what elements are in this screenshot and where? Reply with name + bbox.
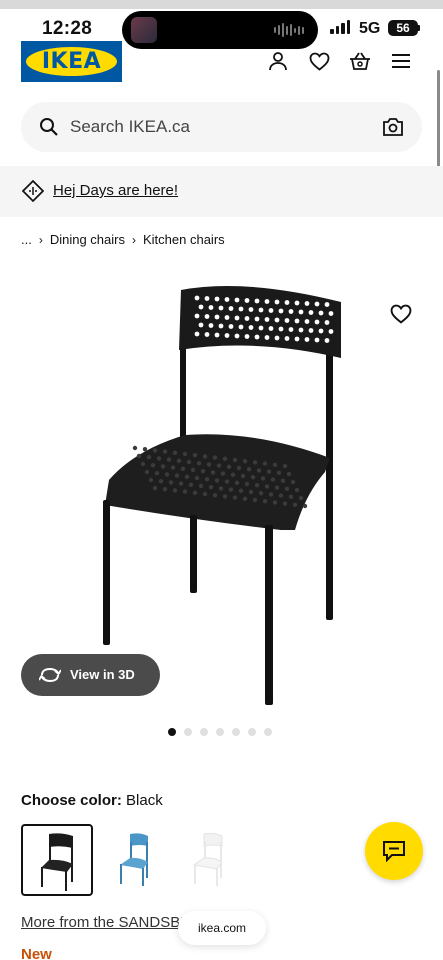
top-strip xyxy=(0,0,443,9)
menu-icon[interactable] xyxy=(390,50,412,72)
breadcrumb-ellipsis[interactable]: ... xyxy=(21,232,32,247)
dynamic-island[interactable] xyxy=(122,11,318,49)
cellular-signal-icon xyxy=(330,20,350,34)
search-bar[interactable]: Search IKEA.ca xyxy=(21,102,422,152)
now-playing-artwork xyxy=(131,17,157,43)
view-in-3d-label: View in 3D xyxy=(70,667,135,682)
chair-thumbnail xyxy=(41,833,73,891)
breadcrumb: ... › Dining chairs › Kitchen chairs xyxy=(21,232,225,247)
pagination-dot[interactable] xyxy=(216,728,224,736)
chat-button[interactable] xyxy=(365,822,423,880)
selected-color: Black xyxy=(126,792,163,809)
pagination-dot[interactable] xyxy=(168,728,176,736)
tag-icon xyxy=(21,179,45,207)
status-time: 12:28 xyxy=(42,18,93,39)
audio-wave-icon xyxy=(274,23,304,37)
breadcrumb-dining-chairs[interactable]: Dining chairs xyxy=(50,232,125,247)
profile-icon[interactable] xyxy=(267,50,289,72)
new-badge: New xyxy=(21,946,52,960)
pagination-dot[interactable] xyxy=(232,728,240,736)
view-in-3d-button[interactable]: View in 3D xyxy=(21,654,160,696)
pagination-dot[interactable] xyxy=(184,728,192,736)
image-pagination[interactable] xyxy=(168,728,272,736)
chair-thumbnail xyxy=(192,832,223,886)
heart-icon[interactable] xyxy=(308,50,330,72)
basket-icon[interactable] xyxy=(349,50,371,72)
chair-thumbnail xyxy=(120,833,148,886)
search-icon xyxy=(39,117,59,142)
choose-color: Choose color: Black xyxy=(21,792,163,809)
chevron-right-icon: › xyxy=(132,232,136,247)
rotate-3d-icon xyxy=(38,666,62,689)
add-to-favourites-icon[interactable] xyxy=(390,304,412,329)
url-bar[interactable]: ikea.com xyxy=(178,911,266,945)
network-type: 5G xyxy=(359,20,381,37)
color-swatch-blue[interactable] xyxy=(110,824,182,896)
chat-icon xyxy=(382,840,406,867)
color-swatch-black[interactable] xyxy=(21,824,93,896)
pagination-dot[interactable] xyxy=(264,728,272,736)
product-image[interactable] xyxy=(95,280,350,710)
ikea-logo[interactable]: IKEA xyxy=(21,41,122,82)
promo-banner[interactable]: Hej Days are here! xyxy=(0,166,443,217)
pagination-dot[interactable] xyxy=(248,728,256,736)
promo-link[interactable]: Hej Days are here! xyxy=(53,182,178,199)
camera-search-icon[interactable] xyxy=(382,117,404,142)
color-swatch-white[interactable] xyxy=(180,824,252,896)
battery-icon: 56 xyxy=(388,20,418,36)
search-input[interactable]: Search IKEA.ca xyxy=(70,117,190,137)
battery-tip xyxy=(418,25,420,31)
scrollbar[interactable] xyxy=(437,70,440,172)
logo-text: IKEA xyxy=(41,49,102,74)
choose-color-label: Choose color: xyxy=(21,792,122,809)
chevron-right-icon: › xyxy=(38,232,43,247)
breadcrumb-kitchen-chairs[interactable]: Kitchen chairs xyxy=(143,232,225,247)
pagination-dot[interactable] xyxy=(200,728,208,736)
